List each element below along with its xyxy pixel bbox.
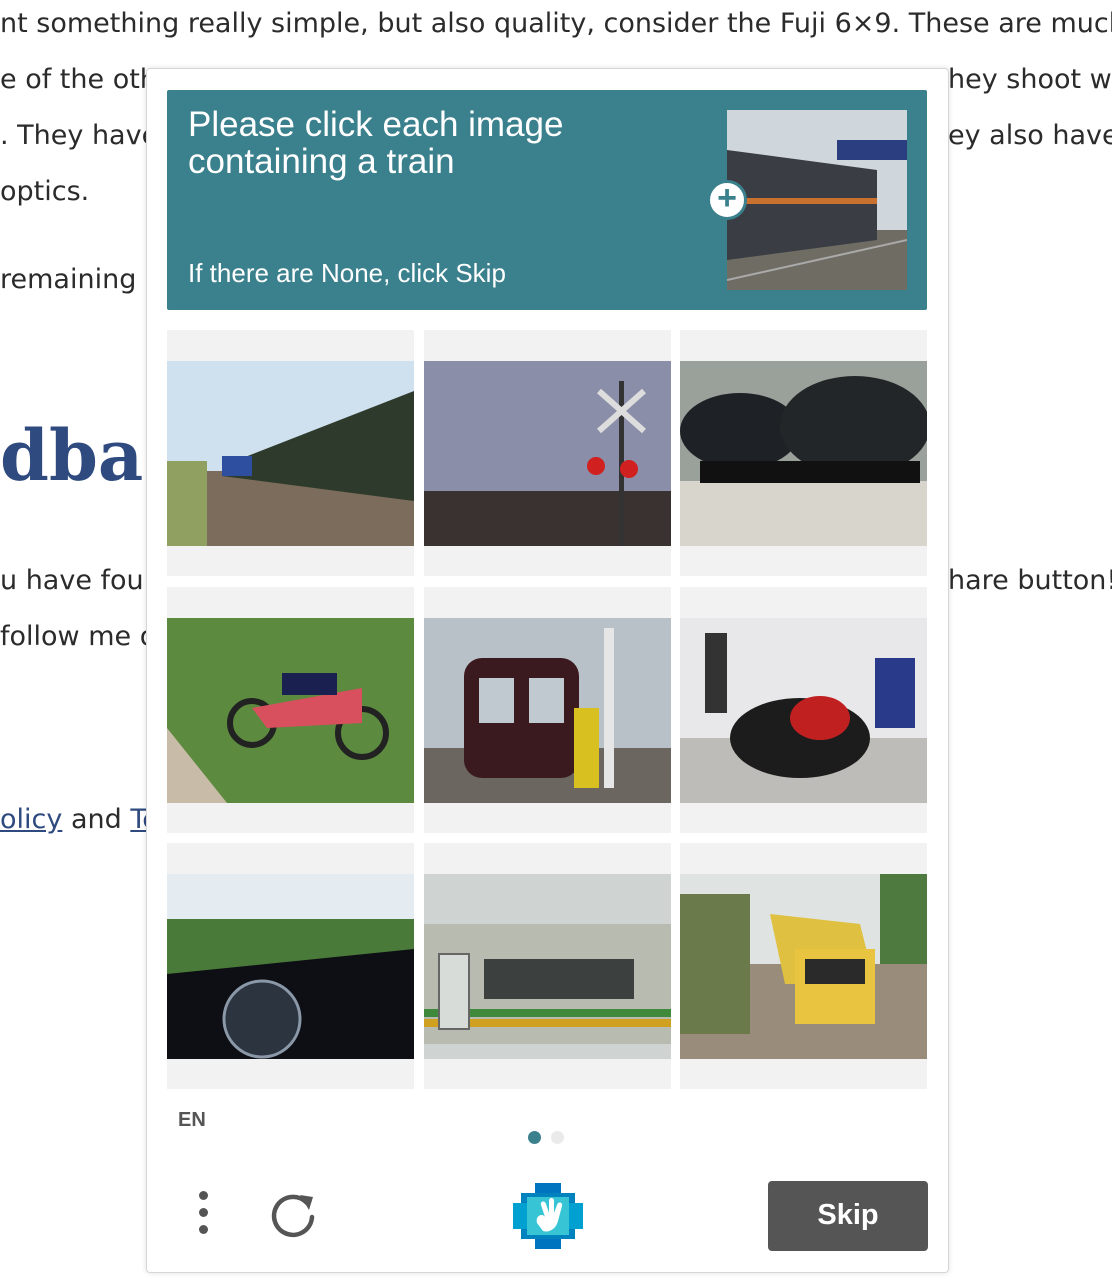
captcha-challenge: Please click each image containing a tra… [146, 68, 949, 1273]
freight-train-image [167, 361, 414, 546]
article-line: follow me o [0, 621, 157, 652]
more-options-icon[interactable] [191, 1191, 215, 1245]
image-tile[interactable] [167, 587, 414, 833]
image-tile[interactable] [680, 330, 927, 576]
hcaptcha-logo-icon[interactable] [513, 1183, 583, 1249]
refresh-icon[interactable] [267, 1189, 319, 1241]
article-links-line: olicy and Te [0, 804, 159, 835]
article-line: hare button! [948, 565, 1112, 596]
image-tile[interactable] [680, 843, 927, 1089]
privacy-policy-link[interactable]: olicy [0, 804, 62, 835]
article-line: . They have [0, 120, 159, 151]
example-image [727, 110, 907, 290]
skip-hint: If there are None, click Skip [188, 258, 506, 288]
railroad-crossing-image [424, 361, 671, 546]
article-line: hey shoot wi [948, 64, 1112, 95]
commuter-train-image [424, 618, 671, 803]
article-line: e of the oth [0, 64, 157, 95]
prompt-text: Please click each image containing a tra… [188, 105, 564, 181]
image-tile[interactable] [424, 587, 671, 833]
article-line: optics. [0, 176, 90, 207]
motorcycle-dashboard-image [167, 874, 414, 1059]
tank-cars-image [680, 361, 927, 546]
image-tile[interactable] [424, 330, 671, 576]
article-line: remaining c [0, 264, 160, 295]
expand-example-icon[interactable]: + [707, 180, 747, 220]
skip-button[interactable]: Skip [768, 1181, 928, 1251]
article-line: u have four [0, 565, 155, 596]
page-dot [551, 1131, 564, 1144]
page-dot-active [528, 1131, 541, 1144]
image-tile[interactable] [167, 330, 414, 576]
dirt-motorcycle-image [167, 618, 414, 803]
image-tile[interactable] [167, 843, 414, 1089]
language-selector[interactable]: EN [178, 1109, 206, 1132]
image-tile[interactable] [680, 587, 927, 833]
dump-truck-image [680, 874, 927, 1059]
page-indicator [528, 1131, 574, 1149]
links-separator: and [62, 804, 131, 835]
motorcycle-expo-image [680, 618, 927, 803]
article-line: ey also have [948, 120, 1112, 151]
passenger-train-image [424, 874, 671, 1059]
example-train-image [727, 110, 907, 290]
image-tile[interactable] [424, 843, 671, 1089]
article-line: nt something really simple, but also qua… [0, 8, 1112, 39]
prompt-banner: Please click each image containing a tra… [167, 90, 927, 310]
